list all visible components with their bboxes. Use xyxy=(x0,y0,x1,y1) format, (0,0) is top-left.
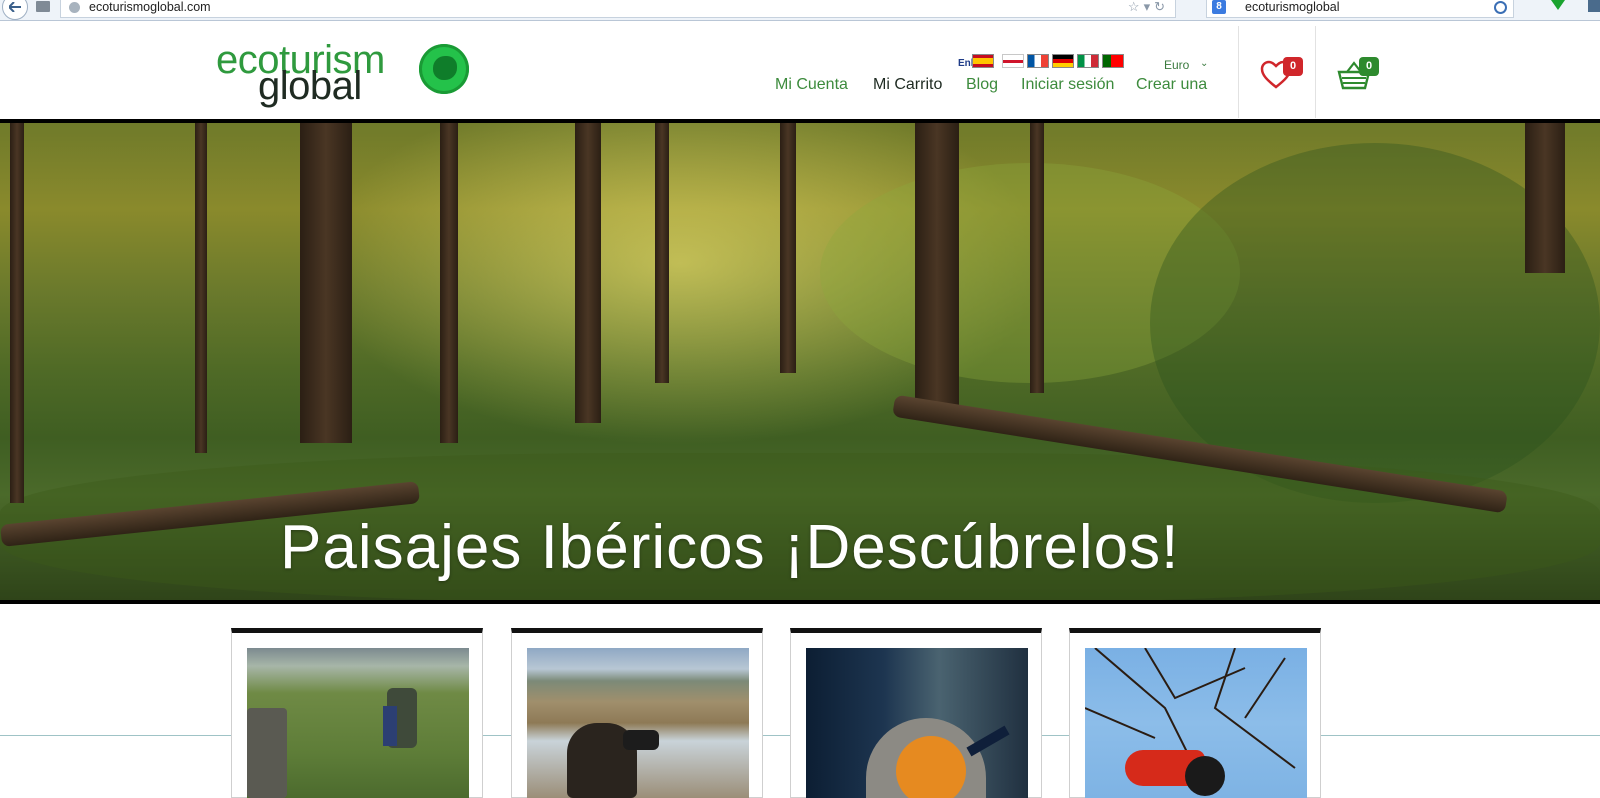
toucan-head xyxy=(1185,756,1225,796)
logo-text-line2: global xyxy=(258,64,362,108)
header-divider xyxy=(1315,26,1316,118)
browser-search-field[interactable]: 8 ecoturismoglobal xyxy=(1206,0,1514,18)
tree-trunk xyxy=(440,123,458,443)
nav-mi-cuenta[interactable]: Mi Cuenta xyxy=(775,76,848,94)
product-card[interactable] xyxy=(511,628,763,798)
folder-icon[interactable] xyxy=(36,1,50,12)
browser-toolbar: ecoturismoglobal.com ☆▾↻ 8 ecoturismoglo… xyxy=(0,0,1600,21)
url-text: ecoturismoglobal.com xyxy=(89,0,211,14)
flag-it-icon[interactable] xyxy=(1077,54,1099,68)
product-image[interactable] xyxy=(1085,648,1307,798)
nav-iniciar-sesion[interactable]: Iniciar sesión xyxy=(1021,76,1114,94)
flag-gb-icon[interactable] xyxy=(1002,54,1024,68)
tree-trunk xyxy=(780,123,796,373)
binoculars xyxy=(623,730,659,750)
tree-trunk xyxy=(1030,123,1044,393)
address-bar[interactable]: ecoturismoglobal.com ☆▾↻ xyxy=(60,0,1176,18)
tree-trunk xyxy=(300,123,352,443)
tree-trunk xyxy=(655,123,669,383)
flag-es-icon[interactable] xyxy=(972,54,994,68)
nav-blog[interactable]: Blog xyxy=(966,76,998,94)
chevron-down-icon[interactable]: ⌄ xyxy=(1200,58,1208,69)
menu-icon[interactable] xyxy=(1588,0,1600,12)
cart-count-badge: 0 xyxy=(1359,57,1379,76)
back-button[interactable] xyxy=(2,0,28,20)
tree-trunk xyxy=(915,123,959,413)
header-divider xyxy=(1238,26,1239,118)
search-engine-icon[interactable]: 8 xyxy=(1212,0,1226,14)
product-image[interactable] xyxy=(247,648,469,798)
arrow-left-icon xyxy=(9,2,21,12)
flag-de-icon[interactable] xyxy=(1052,54,1074,68)
hero-title: Paisajes Ibéricos ¡Descúbrelos! xyxy=(280,513,1180,582)
globe-icon xyxy=(69,2,80,13)
flag-pt-icon[interactable] xyxy=(1102,54,1124,68)
search-query: ecoturismoglobal xyxy=(1245,0,1340,14)
tree-trunk xyxy=(10,123,24,503)
product-image[interactable] xyxy=(527,648,749,798)
rocks xyxy=(247,708,287,798)
robin-breast xyxy=(896,736,966,798)
hiker-jacket xyxy=(383,706,397,746)
download-icon[interactable] xyxy=(1551,0,1565,10)
product-card[interactable] xyxy=(790,628,1042,798)
url-bar-actions[interactable]: ☆▾↻ xyxy=(1128,0,1169,14)
tree-trunk xyxy=(1525,123,1565,273)
site-logo[interactable]: ecoturism global xyxy=(216,40,476,106)
search-icon[interactable] xyxy=(1494,1,1507,14)
nav-mi-carrito[interactable]: Mi Carrito xyxy=(873,76,942,94)
tree-trunk xyxy=(195,123,207,453)
product-card[interactable] xyxy=(1069,628,1321,798)
currency-selector[interactable]: Euro xyxy=(1164,58,1189,72)
nav-crear-cuenta[interactable]: Crear una xyxy=(1136,76,1207,94)
tree-trunk xyxy=(575,123,601,423)
logo-globe-icon xyxy=(419,44,469,94)
flag-fr-icon[interactable] xyxy=(1027,54,1049,68)
product-card[interactable] xyxy=(231,628,483,798)
wishlist-count-badge: 0 xyxy=(1283,57,1303,76)
product-image[interactable] xyxy=(806,648,1028,798)
